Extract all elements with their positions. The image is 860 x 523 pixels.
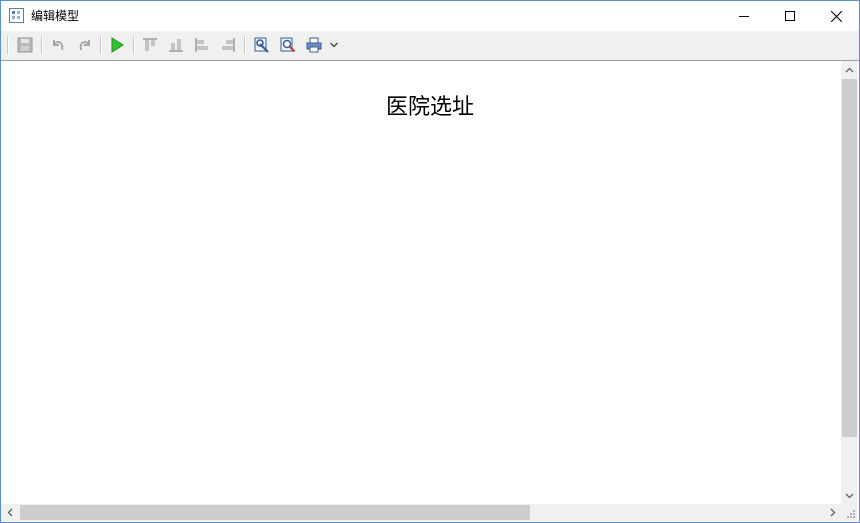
align-top-button[interactable]: [141, 36, 159, 54]
magnifier-icon: [280, 37, 296, 53]
align-bottom-icon: [169, 39, 183, 52]
toolbar-separator: [41, 36, 43, 54]
redo-button[interactable]: [76, 36, 94, 54]
save-button[interactable]: [16, 36, 34, 54]
toolbar-separator: [100, 36, 102, 54]
vertical-scrollbar[interactable]: [841, 61, 858, 504]
play-icon: [111, 37, 124, 53]
align-right-icon: [222, 38, 235, 52]
window-title: 编辑模型: [31, 9, 80, 23]
close-button[interactable]: [813, 1, 859, 31]
toolbar: [1, 31, 859, 61]
scroll-left-button[interactable]: [1, 504, 18, 521]
horizontal-scrollbar[interactable]: [1, 504, 841, 521]
resize-grip-icon: [847, 510, 855, 518]
align-bottom-button[interactable]: [167, 36, 185, 54]
undo-button[interactable]: [49, 36, 67, 54]
wrench-icon: [254, 37, 269, 53]
maximize-icon: [785, 11, 795, 21]
chevron-down-icon: [845, 493, 854, 498]
floppy-disk-icon: [17, 37, 33, 53]
document-canvas[interactable]: 医院选址: [1, 61, 841, 504]
minimize-button[interactable]: [721, 1, 767, 31]
toolbar-separator: [133, 36, 135, 54]
editor-window: 编辑模型 医院选址: [0, 0, 860, 523]
chevron-down-icon: [330, 42, 338, 48]
align-left-button[interactable]: [193, 36, 211, 54]
scroll-down-button[interactable]: [841, 487, 858, 504]
chevron-up-icon: [845, 67, 854, 72]
close-icon: [830, 10, 842, 22]
scroll-right-button[interactable]: [824, 504, 841, 521]
title-bar[interactable]: 编辑模型: [1, 1, 859, 31]
chevron-left-icon: [7, 508, 12, 517]
grid-icon: [9, 8, 24, 23]
vertical-scroll-thumb[interactable]: [842, 79, 857, 437]
redo-icon: [79, 40, 90, 51]
printer-icon: [306, 37, 322, 53]
maximize-button[interactable]: [767, 1, 813, 31]
document-title: 医院选址: [385, 95, 474, 120]
print-button[interactable]: [305, 36, 323, 54]
minimize-icon: [739, 16, 749, 17]
toolbar-grip[interactable]: [7, 36, 9, 54]
toolbar-separator: [244, 36, 246, 54]
more-button[interactable]: [327, 36, 341, 54]
align-right-button[interactable]: [219, 36, 237, 54]
scroll-up-button[interactable]: [841, 61, 858, 78]
align-left-icon: [195, 38, 208, 52]
resize-grip[interactable]: [841, 504, 858, 521]
preview-button[interactable]: [279, 36, 297, 54]
settings-button[interactable]: [253, 36, 271, 54]
align-top-icon: [143, 38, 157, 51]
chevron-right-icon: [830, 508, 835, 517]
run-button[interactable]: [108, 36, 126, 54]
horizontal-scroll-thumb[interactable]: [20, 505, 530, 520]
undo-icon: [53, 40, 64, 51]
